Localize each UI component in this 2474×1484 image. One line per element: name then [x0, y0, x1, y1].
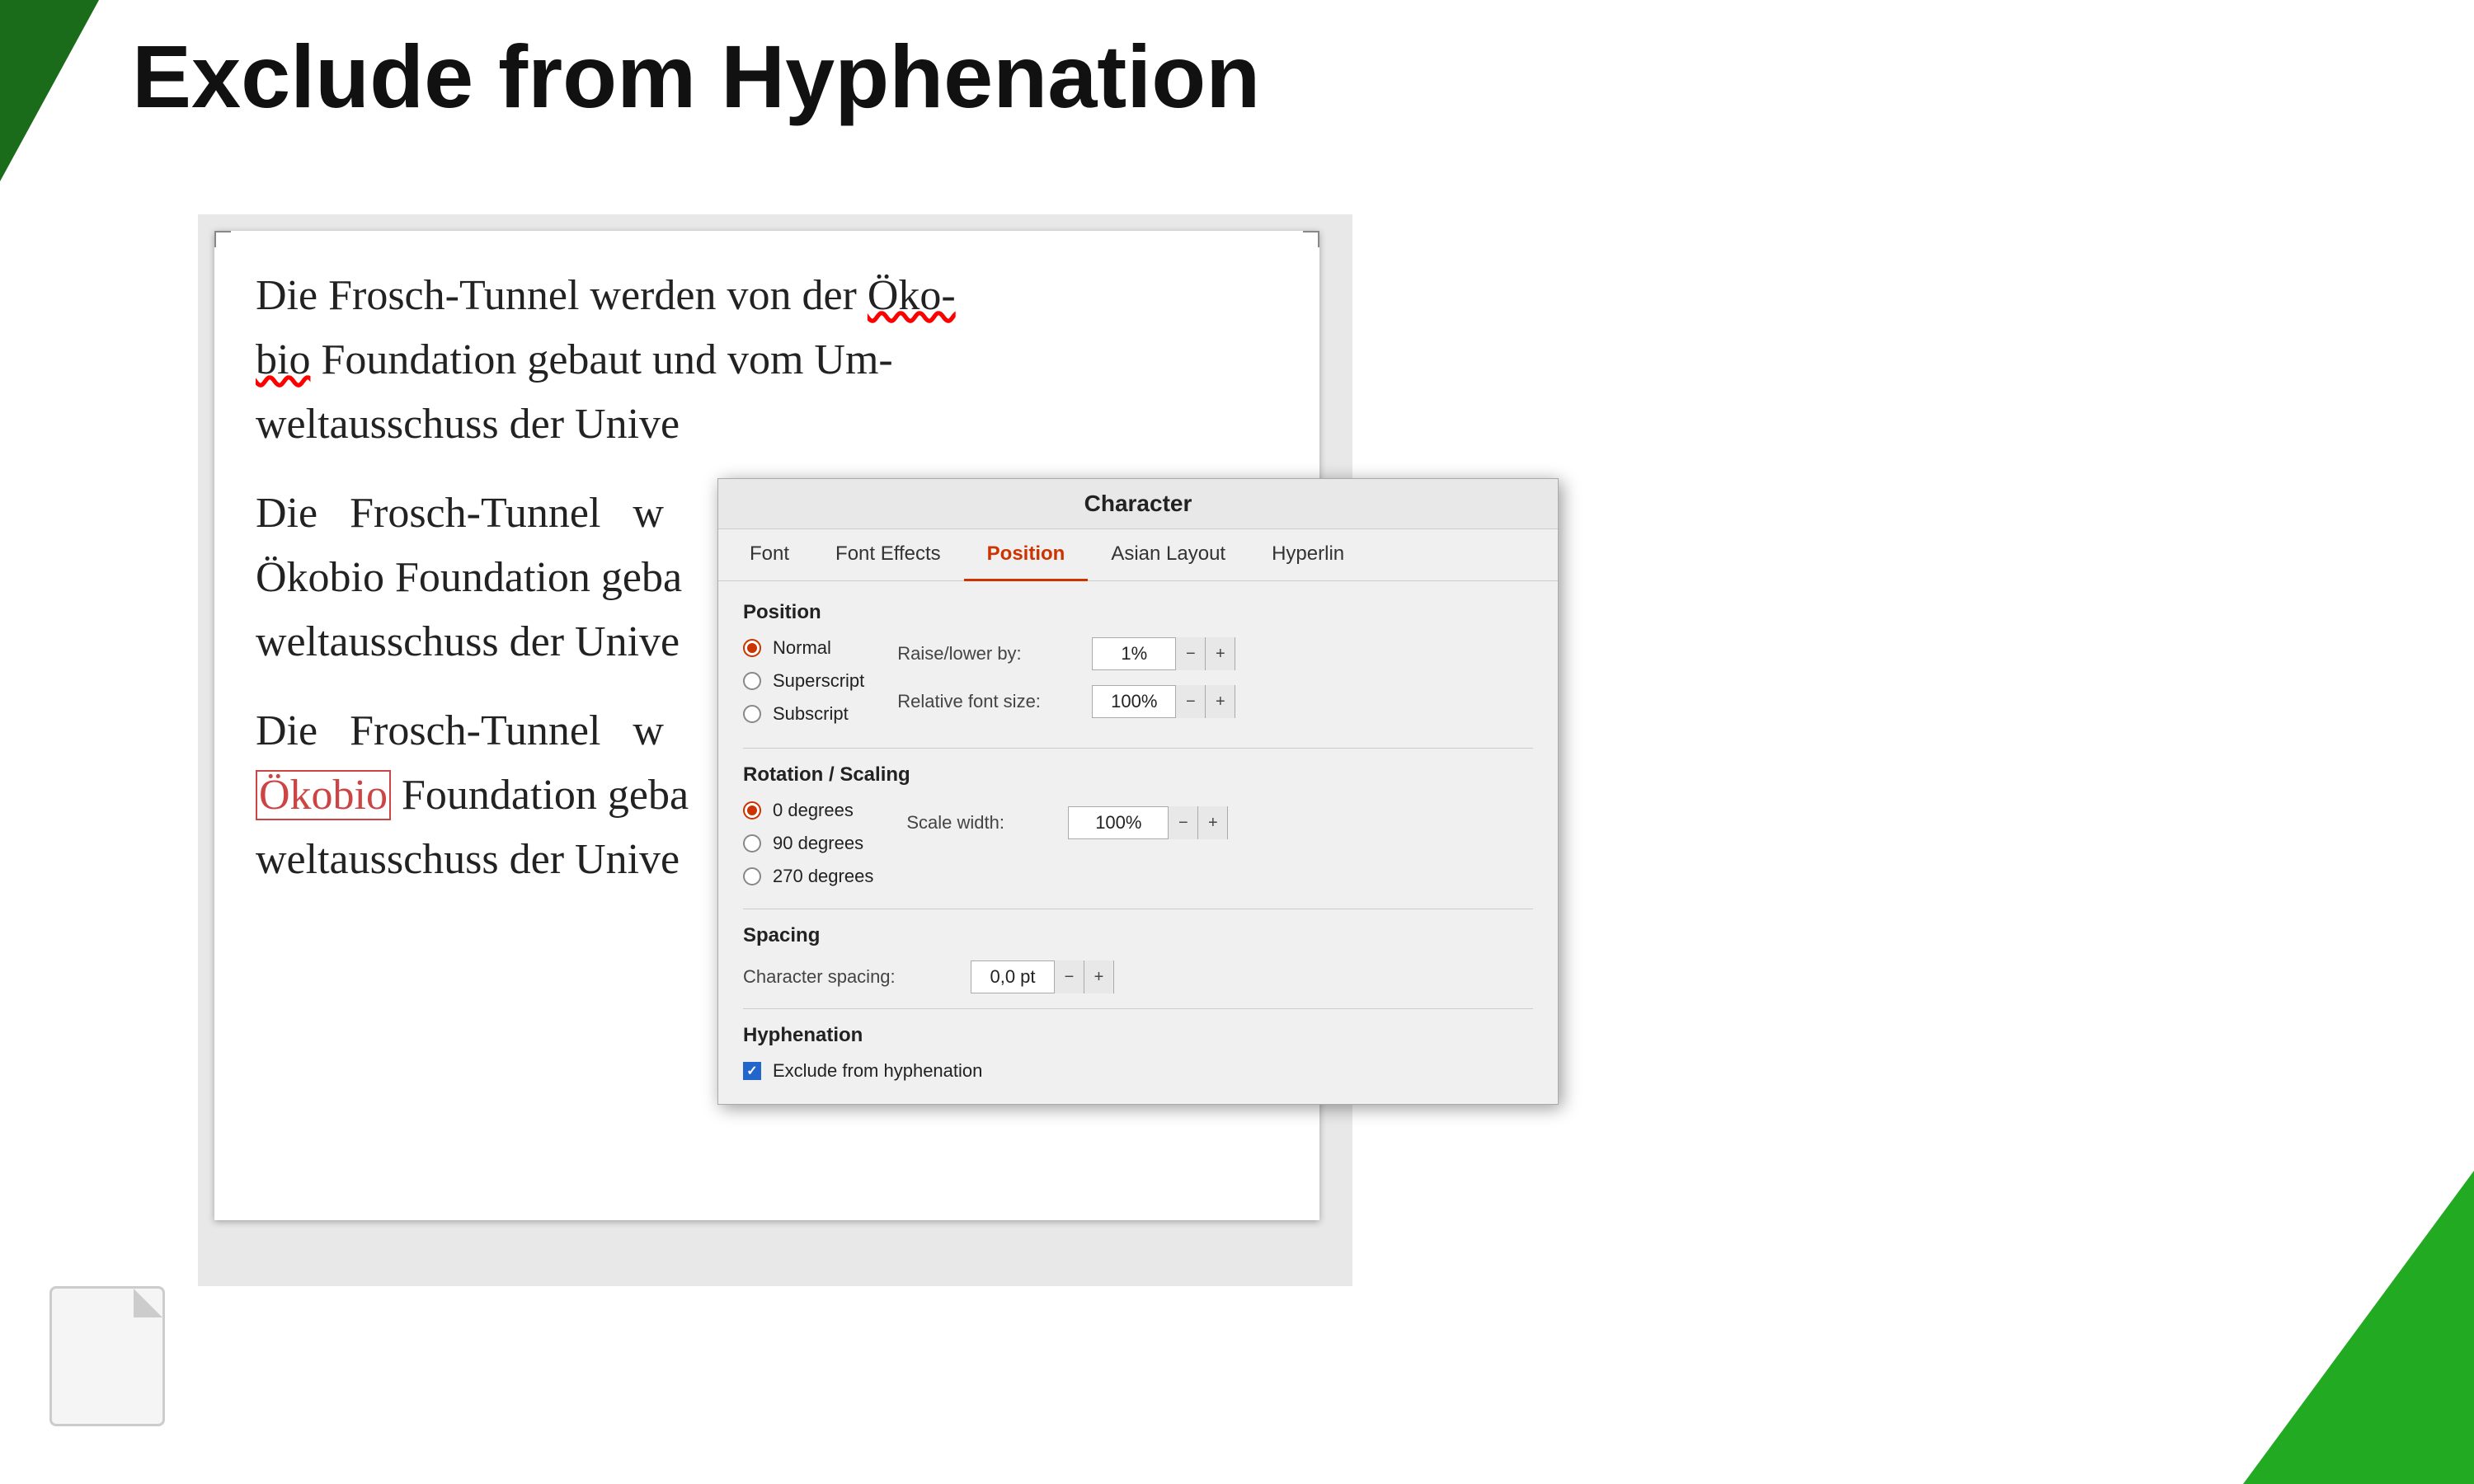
rotation-section-title: Rotation / Scaling: [743, 763, 1533, 787]
radio-0deg-btn[interactable]: [743, 801, 761, 819]
paragraph-1: Die Frosch-Tunnel werden von der Öko- bi…: [256, 264, 1278, 457]
para1-line3: weltausschuss der Unive: [256, 401, 680, 448]
radio-superscript-btn[interactable]: [743, 672, 761, 690]
char-spacing-increment[interactable]: +: [1084, 960, 1113, 993]
scale-width-decrement[interactable]: −: [1168, 806, 1197, 839]
para2-line3: weltausschuss der Unive: [256, 618, 680, 665]
raise-lower-value: 1%: [1093, 643, 1175, 665]
radio-270deg-btn[interactable]: [743, 867, 761, 885]
relative-font-label: Relative font size:: [897, 691, 1079, 712]
relative-font-increment[interactable]: +: [1205, 685, 1235, 718]
dialog-title: Character: [1084, 491, 1192, 517]
para3-line3: weltausschuss der Unive: [256, 836, 680, 883]
page-corner-tl: [214, 231, 231, 247]
position-radio-group: Normal Superscript Subscript: [743, 637, 864, 731]
scale-width-spinbox[interactable]: 100% − +: [1068, 806, 1228, 839]
hyphenation-section: Hyphenation Exclude from hyphenation: [743, 1024, 1533, 1082]
spacing-row: Character spacing: 0,0 pt − +: [743, 960, 1533, 993]
radio-90deg-label: 90 degrees: [773, 833, 863, 854]
radio-0deg[interactable]: 0 degrees: [743, 800, 873, 821]
relative-font-value: 100%: [1093, 691, 1175, 712]
rotation-section: 0 degrees 90 degrees 270 degrees Scale w…: [743, 800, 1533, 894]
exclude-hyphenation-row[interactable]: Exclude from hyphenation: [743, 1060, 1533, 1082]
exclude-hyphenation-label: Exclude from hyphenation: [773, 1060, 982, 1082]
radio-0deg-label: 0 degrees: [773, 800, 854, 821]
raise-lower-increment[interactable]: +: [1205, 637, 1235, 670]
selected-word: Ökobio: [256, 770, 391, 820]
radio-normal-btn[interactable]: [743, 639, 761, 657]
radio-superscript[interactable]: Superscript: [743, 670, 864, 692]
lo-icon-fold: [134, 1289, 162, 1317]
position-section: Normal Superscript Subscript Raise/lower…: [743, 637, 1533, 733]
exclude-hyphenation-checkbox[interactable]: [743, 1062, 761, 1080]
scale-width-increment[interactable]: +: [1197, 806, 1227, 839]
radio-normal[interactable]: Normal: [743, 637, 864, 659]
relative-font-row: Relative font size: 100% − +: [897, 685, 1533, 718]
radio-270deg[interactable]: 270 degrees: [743, 866, 873, 887]
scale-right-panel: Scale width: 100% − +: [906, 800, 1228, 839]
raise-lower-decrement[interactable]: −: [1175, 637, 1205, 670]
tab-font-effects[interactable]: Font Effects: [812, 529, 964, 581]
lo-icon-inner: [49, 1286, 165, 1426]
para1-line2: bio Foundation gebaut und vom Um-: [256, 336, 893, 383]
dialog-titlebar: Character: [718, 479, 1558, 529]
page-corner-tr: [1303, 231, 1319, 247]
para3-line1: Die Frosch-Tunnel w: [256, 707, 664, 754]
page-title: Exclude from Hyphenation: [132, 25, 1260, 128]
rotation-radio-group: 0 degrees 90 degrees 270 degrees: [743, 800, 873, 894]
tab-position[interactable]: Position: [964, 529, 1089, 581]
para2-line1: Die Frosch-Tunnel w: [256, 490, 664, 537]
corner-decoration-br: [2243, 1171, 2474, 1484]
position-options: Normal Superscript Subscript: [743, 637, 864, 725]
hyphenation-section-title: Hyphenation: [743, 1024, 1533, 1047]
divider-1: [743, 748, 1533, 749]
corner-decoration-tl: [0, 0, 99, 181]
raise-lower-spinbox[interactable]: 1% − +: [1092, 637, 1235, 670]
tab-asian-layout[interactable]: Asian Layout: [1088, 529, 1249, 581]
tab-font[interactable]: Font: [727, 529, 812, 581]
position-section-title: Position: [743, 601, 1533, 624]
spacing-section-title: Spacing: [743, 924, 1533, 947]
radio-superscript-label: Superscript: [773, 670, 864, 692]
para3-line2: Ökobio Foundation geba: [256, 770, 689, 820]
raise-lower-row: Raise/lower by: 1% − +: [897, 637, 1533, 670]
raise-lower-label: Raise/lower by:: [897, 643, 1079, 665]
para2-line2: Ökobio Foundation geba: [256, 554, 682, 601]
scale-width-label: Scale width:: [906, 812, 1055, 834]
relative-font-spinbox[interactable]: 100% − +: [1092, 685, 1235, 718]
scale-width-value: 100%: [1069, 812, 1168, 834]
dialog-body: Position Normal Superscript Subscript: [718, 581, 1558, 1101]
radio-subscript[interactable]: Subscript: [743, 703, 864, 725]
char-spacing-spinbox[interactable]: 0,0 pt − +: [971, 960, 1114, 993]
rotation-options: 0 degrees 90 degrees 270 degrees: [743, 800, 873, 887]
relative-font-decrement[interactable]: −: [1175, 685, 1205, 718]
char-spacing-label: Character spacing:: [743, 966, 957, 988]
divider-3: [743, 1008, 1533, 1009]
radio-270deg-label: 270 degrees: [773, 866, 873, 887]
radio-subscript-label: Subscript: [773, 703, 849, 725]
radio-90deg-btn[interactable]: [743, 834, 761, 852]
dialog-tabs: Font Font Effects Position Asian Layout …: [718, 529, 1558, 581]
char-spacing-decrement[interactable]: −: [1054, 960, 1084, 993]
libreoffice-icon: [49, 1286, 181, 1435]
spellcheck-oeko: Öko-: [868, 272, 956, 319]
radio-90deg[interactable]: 90 degrees: [743, 833, 873, 854]
radio-subscript-btn[interactable]: [743, 705, 761, 723]
radio-normal-label: Normal: [773, 637, 831, 659]
character-dialog: Character Font Font Effects Position Asi…: [717, 478, 1559, 1105]
spellcheck-bio: bio: [256, 336, 310, 383]
para1-line1: Die Frosch-Tunnel werden von der Öko-: [256, 272, 956, 319]
tab-hyperlink[interactable]: Hyperlin: [1249, 529, 1367, 581]
char-spacing-value: 0,0 pt: [971, 966, 1054, 988]
position-right-panel: Raise/lower by: 1% − + Relative font siz…: [897, 637, 1533, 733]
